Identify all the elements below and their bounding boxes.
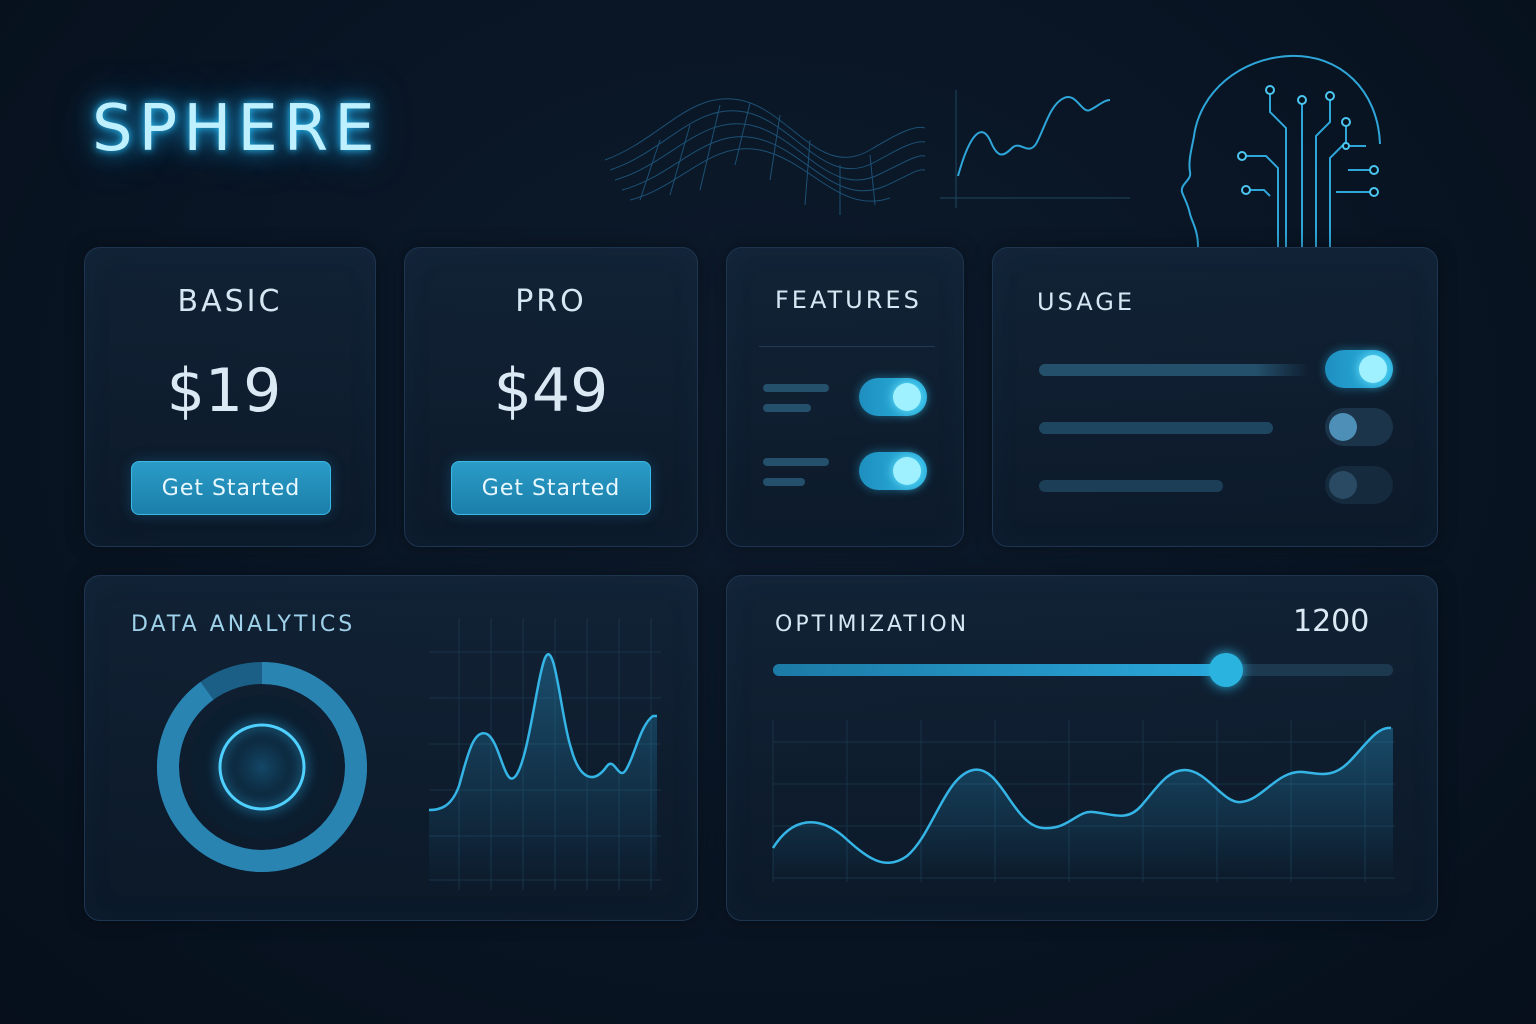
pricing-card-basic: BASIC $19 Get Started <box>84 247 376 547</box>
slider-thumb[interactable] <box>1208 653 1243 687</box>
slider-track[interactable] <box>773 653 1393 687</box>
toggle-knob <box>893 383 921 411</box>
brand-logo: SPHERE <box>92 92 381 166</box>
toggle-knob <box>1329 471 1357 499</box>
usage-toggle[interactable] <box>1325 466 1393 504</box>
plan-price: $49 <box>493 356 609 426</box>
toggle-knob <box>893 457 921 485</box>
optimization-title: OPTIMIZATION <box>775 612 970 637</box>
optimization-value: 1200 <box>1293 604 1370 639</box>
donut-ring-icon <box>157 662 367 872</box>
optimization-area-chart <box>771 720 1395 882</box>
usage-title: USAGE <box>1037 288 1136 316</box>
usage-bar <box>1039 480 1223 492</box>
feature-label-placeholder <box>763 478 805 486</box>
optimization-card: OPTIMIZATION 1200 <box>726 575 1438 921</box>
line-chart-graphic <box>940 90 1130 208</box>
feature-label-placeholder <box>763 384 829 392</box>
plan-price: $19 <box>166 356 282 426</box>
usage-bar <box>1039 364 1309 376</box>
usage-toggle[interactable] <box>1325 408 1393 446</box>
wireframe-wave-graphic <box>604 98 926 215</box>
feature-toggle[interactable] <box>859 378 927 416</box>
features-title: FEATURES <box>775 286 922 314</box>
toggle-knob <box>1329 413 1357 441</box>
pricing-card-pro: PRO $49 Get Started <box>404 247 698 547</box>
data-analytics-card: DATA ANALYTICS <box>84 575 698 921</box>
get-started-button[interactable]: Get Started <box>451 461 651 515</box>
ai-head-circuit-icon <box>1180 54 1381 248</box>
feature-toggle[interactable] <box>859 452 927 490</box>
plan-name: BASIC <box>177 284 283 319</box>
divider <box>759 346 935 347</box>
toggle-knob <box>1359 355 1387 383</box>
feature-label-placeholder <box>763 404 811 412</box>
analytics-line-chart <box>428 618 661 890</box>
features-card: FEATURES <box>726 247 964 547</box>
get-started-button[interactable]: Get Started <box>131 461 331 515</box>
usage-toggle[interactable] <box>1325 350 1393 388</box>
usage-bar <box>1039 422 1273 434</box>
analytics-title: DATA ANALYTICS <box>131 612 356 637</box>
usage-card: USAGE <box>992 247 1438 547</box>
feature-label-placeholder <box>763 458 829 466</box>
plan-name: PRO <box>515 284 587 319</box>
slider-fill <box>773 664 1226 676</box>
